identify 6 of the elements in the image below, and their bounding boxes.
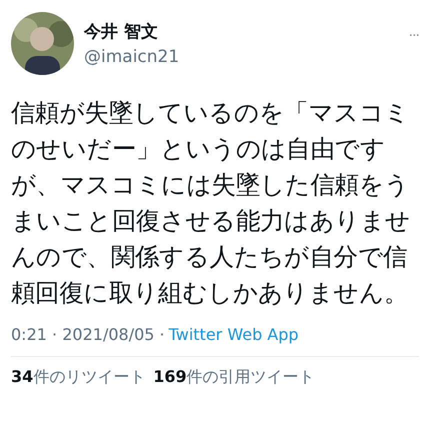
tweet-text: 信頼が失墜しているのを「マスコミのせいだー」というのは自由ですが、マスコミには失墜した信頼をうまいこと回復させる能力はありませんので、関係する人たちが自分で信頼回復に取り組むしかありません。 bbox=[11, 97, 412, 309]
tweet-time: 0:21 · 2021/08/05 · bbox=[11, 325, 165, 344]
author-handle[interactable]: @imaicn21 bbox=[84, 47, 399, 67]
stat-count[interactable]: 34件のリツイート bbox=[11, 367, 146, 388]
stat-count[interactable]: 169件の引用ツイート bbox=[153, 367, 315, 388]
author-name[interactable]: 今井 智文 bbox=[84, 20, 399, 43]
